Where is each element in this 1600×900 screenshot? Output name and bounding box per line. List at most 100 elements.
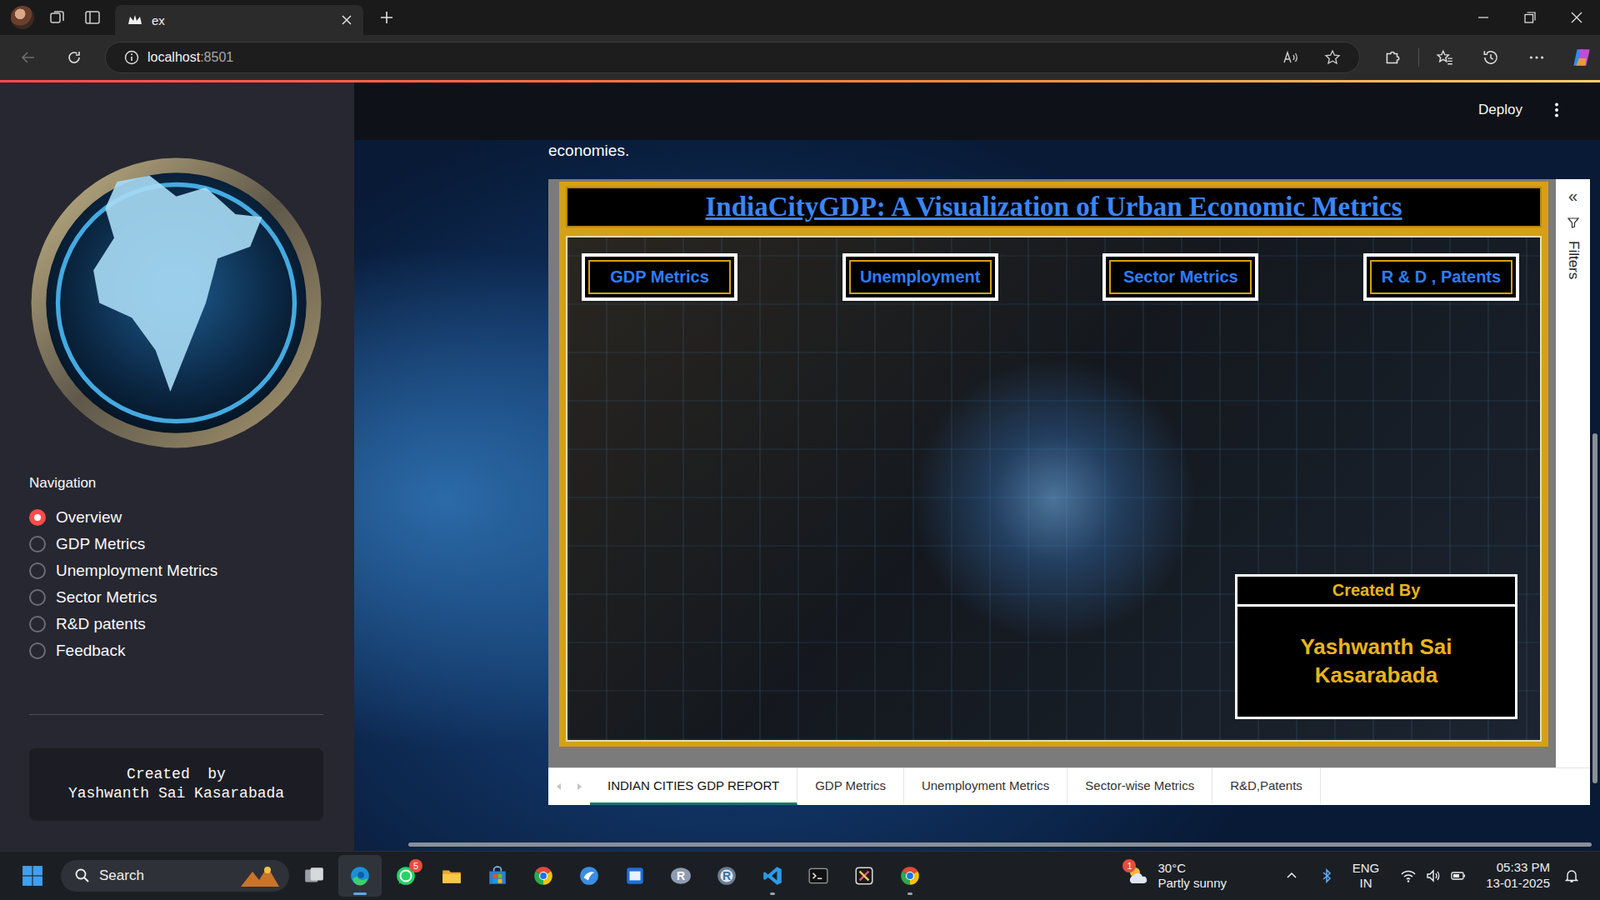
system-status-icons[interactable] [1395,864,1472,888]
weather-widget[interactable]: 130°CPartly sunny [1124,860,1227,891]
read-aloud-icon[interactable] [1282,49,1300,66]
report-page-tab[interactable]: INDIAN CITIES GDP REPORT [590,768,798,805]
report-nav-button[interactable]: Sector Metrics [1102,253,1259,301]
scroll-right-icon[interactable] [575,782,584,791]
favorites-icon[interactable] [1435,48,1455,67]
navigation-radio-item[interactable]: GDP Metrics [29,530,324,558]
feedback-hub-icon [578,865,600,887]
taskbar-app[interactable] [796,855,840,897]
taskbar-clock[interactable]: 05:33 PM13-01-2025 [1478,860,1550,892]
top-decoration-bar [0,80,1600,83]
refresh-button[interactable] [59,42,90,73]
windows-logo-icon [21,865,44,887]
toolbar-separator [1418,48,1420,67]
navigation-radio-item[interactable]: Overview [29,504,324,531]
taskbar-app[interactable] [475,855,520,897]
taskbar-app[interactable]: R [659,855,703,897]
taskbar-app[interactable] [613,855,657,897]
navigation-radio-item[interactable]: Unemployment Metrics [29,557,324,585]
radio-button[interactable] [29,642,46,660]
report-page-tab[interactable]: Unemployment Metrics [904,768,1068,805]
navigation-radio-group: Overview GDP MetricsUnemployment MetricsS… [29,504,324,665]
report-credit-box: Created ByYashwanth Sai Kasarabada [1235,574,1518,720]
filters-collapse-button[interactable]: « [1568,187,1578,205]
radio-button[interactable] [29,509,46,526]
taskbar-app[interactable] [521,855,565,897]
filters-pane[interactable]: « Filters [1555,179,1590,768]
bluetooth-icon[interactable] [1318,867,1335,885]
app-notification-badge: 5 [409,859,423,873]
scroll-left-icon[interactable] [555,782,564,791]
taskbar-app[interactable] [750,855,795,897]
taskbar-search-box[interactable]: Search [60,860,290,892]
radio-button[interactable] [29,615,46,633]
restore-button[interactable] [1506,0,1554,35]
deploy-button[interactable]: Deploy [1470,96,1531,124]
taskbar-app[interactable] [338,855,382,897]
restore-icon [1523,10,1537,25]
taskbar-app[interactable] [888,855,932,897]
extensions-puzzle-icon[interactable] [1383,48,1402,67]
minimize-button[interactable] [1460,0,1507,35]
rstudio-icon: R [715,865,738,887]
workspaces-icon[interactable] [49,9,66,26]
report-nav-button-label: Sector Metrics [1123,267,1239,287]
start-button[interactable] [15,857,50,895]
radio-button[interactable] [29,589,46,606]
horizontal-scrollbar[interactable] [408,842,1592,847]
report-hero-image: GDP Metrics Unemployment Sector Metrics R &… [565,235,1542,742]
taskbar-apps: 5 R R [292,855,932,897]
history-icon[interactable] [1481,48,1500,67]
radio-button[interactable] [29,535,46,553]
navigation-item-label: Overview [55,508,122,527]
credit-name: Yashwanth Sai Kasarabada [1237,606,1515,717]
sidebar-divider [29,714,324,715]
browser-tab[interactable]: ex [115,5,364,35]
more-options-icon[interactable] [1527,48,1546,67]
copilot-icon[interactable] [1570,46,1593,69]
report-nav-button[interactable]: R & D , Patents [1363,253,1520,301]
site-info-icon[interactable] [123,49,140,66]
report-nav-button[interactable]: Unemployment [842,253,999,301]
intro-text: economies. [548,140,1590,162]
vertical-scrollbar[interactable] [1592,433,1598,784]
back-button[interactable] [13,42,44,73]
taskbar-app[interactable] [567,855,611,897]
taskbar-app[interactable] [430,855,474,897]
close-tab-icon[interactable] [340,13,354,27]
report-page: IndiaCityGDP: A Visualization of Urban E… [559,181,1549,747]
favorite-star-icon[interactable] [1324,49,1341,66]
profile-avatar-icon[interactable] [10,5,35,30]
taskbar-app[interactable] [292,855,336,897]
show-hidden-icons-chevron-icon[interactable] [1285,869,1299,883]
desktop-screen: exlocalhost:8501NavigationOverviewGDP Me… [0,0,1600,900]
taskbar-app[interactable]: R [705,855,749,897]
address-text: localhost:8501 [147,50,234,65]
navigation-radio-item[interactable]: Sector Metrics [29,584,324,611]
navigation-radio-item[interactable]: R&D patents [29,610,324,638]
close-window-button[interactable] [1553,0,1600,35]
wifi-icon [1400,867,1417,885]
report-nav-button[interactable]: GDP Metrics [581,253,738,301]
report-page-tab[interactable]: R&D,Patents [1212,768,1321,805]
file-explorer-folder-icon [440,865,463,887]
filters-label: Filters [1565,240,1582,280]
new-tab-plus-icon[interactable] [378,9,395,26]
filter-funnel-icon [1566,215,1580,230]
main-menu-kebab-icon[interactable] [1554,101,1560,119]
credit-line: Created by [37,765,315,785]
taskbar-app[interactable]: 5 [384,855,428,897]
notification-bell-icon[interactable] [1563,867,1580,885]
report-page-tab[interactable]: GDP Metrics [797,768,905,805]
report-nav-button-label: R & D , Patents [1381,267,1501,287]
svg-text:R: R [722,869,731,883]
weather-text: 30°CPartly sunny [1157,860,1227,891]
navigation-radio-item[interactable]: Feedback [29,637,324,665]
address-bar[interactable]: localhost:8501 [105,41,1360,74]
running-indicator [770,892,775,895]
radio-button[interactable] [29,562,46,580]
report-page-tab[interactable]: Sector-wise Metrics [1067,768,1213,805]
input-language-indicator[interactable]: ENGIN [1350,860,1382,891]
taskbar-app[interactable] [842,855,886,897]
tab-actions-icon[interactable] [84,9,101,26]
